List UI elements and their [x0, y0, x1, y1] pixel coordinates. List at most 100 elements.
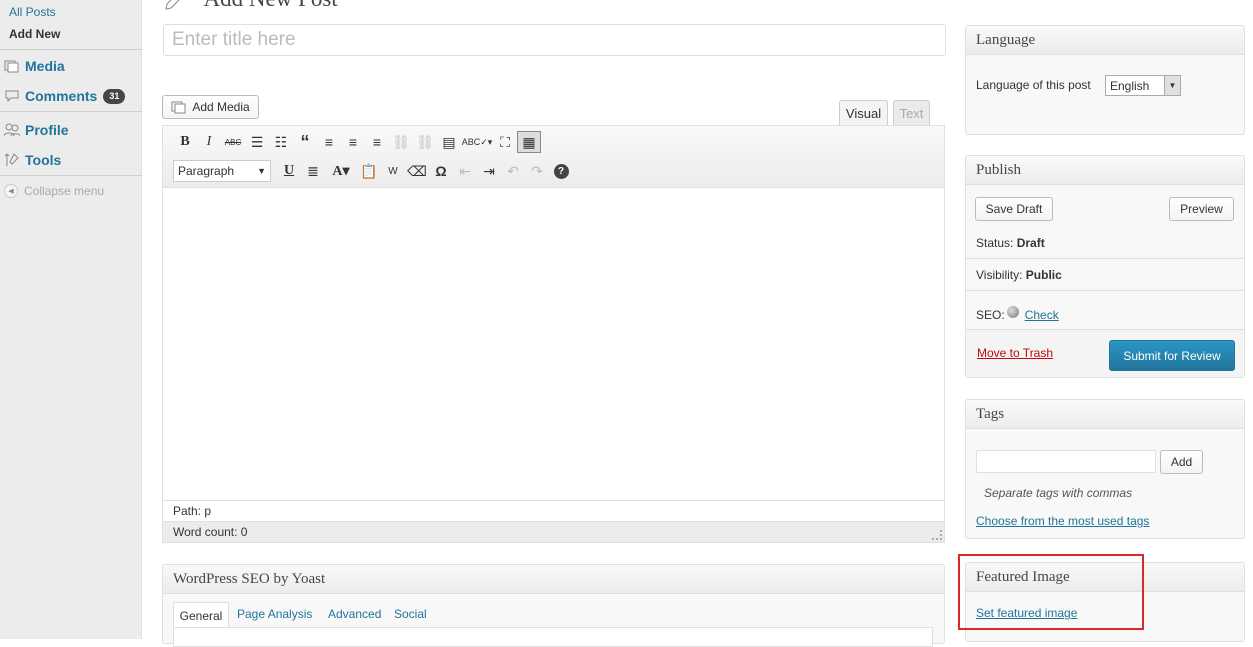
align-right-icon[interactable]: ≡ — [365, 131, 389, 153]
menu-profile[interactable]: Profile — [0, 115, 142, 145]
page-title: Add New Post — [163, 0, 338, 13]
comments-icon — [5, 90, 19, 103]
tags-box-title: Tags — [966, 400, 1244, 429]
outdent-icon[interactable]: ⇤ — [453, 160, 477, 182]
yoast-tab-advanced[interactable]: Advanced — [328, 607, 381, 621]
menu-profile-label: Profile — [25, 122, 69, 138]
users-icon — [4, 123, 20, 137]
preview-button[interactable]: Preview — [1169, 197, 1234, 221]
add-media-icon — [171, 101, 186, 114]
strikethrough-icon[interactable]: ABC — [221, 131, 245, 153]
numbered-list-icon[interactable]: ☷ — [269, 131, 293, 153]
format-select-value: Paragraph — [178, 164, 235, 178]
align-center-icon[interactable]: ≡ — [341, 131, 365, 153]
media-icon — [4, 60, 19, 73]
language-label: Language of this post — [976, 78, 1091, 92]
editor-toolbar: B I ABC ☰ ☷ “ ≡ ≡ ≡ ⛓ ⛓ ▤ ABC✓▾ ⛶ ▦ Para… — [163, 126, 944, 188]
tools-icon — [4, 153, 19, 166]
edit-post-icon — [165, 0, 180, 10]
kitchen-sink-icon[interactable]: ▦ — [517, 131, 541, 153]
page-title-text: Add New Post — [203, 0, 337, 11]
divider — [966, 290, 1244, 291]
align-left-icon[interactable]: ≡ — [317, 131, 341, 153]
collapse-arrow-icon: ◀ — [4, 184, 18, 198]
word-count: Word count: 0 — [163, 521, 944, 542]
choose-tags-link[interactable]: Choose from the most used tags — [976, 514, 1149, 528]
collapse-menu-button[interactable]: ◀ Collapse menu — [4, 184, 104, 198]
underline-icon[interactable]: U — [277, 160, 301, 182]
visibility-label: Visibility: — [976, 268, 1026, 282]
post-editor: B I ABC ☰ ☷ “ ≡ ≡ ≡ ⛓ ⛓ ▤ ABC✓▾ ⛶ ▦ Para… — [162, 125, 945, 543]
seo-score-dot-icon — [1006, 306, 1019, 318]
italic-icon[interactable]: I — [197, 131, 221, 153]
fullscreen-icon[interactable]: ⛶ — [493, 131, 517, 153]
toolbar-row-1: B I ABC ☰ ☷ “ ≡ ≡ ≡ ⛓ ⛓ ▤ ABC✓▾ ⛶ ▦ — [173, 131, 541, 153]
seo-label: SEO: — [976, 308, 1005, 322]
seo-check-link[interactable]: Check — [1025, 308, 1059, 322]
language-box: Language Language of this post English ▼ — [965, 25, 1245, 135]
add-new-link[interactable]: Add New — [9, 26, 141, 48]
divider — [966, 258, 1244, 259]
clear-formatting-icon[interactable]: ⌫ — [405, 160, 429, 182]
menu-media-label: Media — [25, 58, 65, 74]
add-media-button[interactable]: Add Media — [162, 95, 259, 119]
post-title-input[interactable]: Enter title here — [163, 24, 946, 56]
collapse-menu-label: Collapse menu — [24, 184, 105, 198]
tag-input[interactable] — [976, 450, 1156, 473]
status-label: Status: — [976, 236, 1017, 250]
paste-text-icon[interactable]: 📋 — [357, 160, 381, 182]
yoast-panel — [173, 627, 933, 647]
chevron-down-icon: ▼ — [257, 166, 266, 176]
toolbar-row-2: Paragraph ▼ U ≣ A▾ 📋 W ⌫ Ω ⇤ ⇥ ↶ ↷ ? — [173, 160, 573, 182]
menu-tools[interactable]: Tools — [0, 145, 142, 175]
admin-sidebar: All Posts Add New Media Comments 31 Prof… — [0, 0, 142, 639]
yoast-seo-title: WordPress SEO by Yoast — [163, 565, 944, 594]
unlink-icon[interactable]: ⛓ — [413, 131, 437, 153]
all-posts-link[interactable]: All Posts — [9, 4, 141, 26]
justify-icon[interactable]: ≣ — [301, 160, 325, 182]
yoast-seo-box: WordPress SEO by Yoast General Page Anal… — [162, 564, 945, 647]
yoast-tab-social[interactable]: Social — [394, 607, 427, 621]
menu-separator — [0, 49, 142, 50]
status-value: Draft — [1016, 236, 1045, 250]
bullet-list-icon[interactable]: ☰ — [245, 131, 269, 153]
highlight-box — [958, 554, 1144, 630]
comments-count-badge: 31 — [103, 88, 126, 104]
language-select[interactable]: English ▼ — [1105, 75, 1181, 96]
undo-icon[interactable]: ↶ — [501, 160, 525, 182]
publish-box-title: Publish — [966, 156, 1244, 185]
resize-handle[interactable] — [932, 530, 942, 540]
language-box-title: Language — [966, 26, 1244, 55]
menu-comments[interactable]: Comments 31 — [0, 81, 142, 111]
indent-icon[interactable]: ⇥ — [477, 160, 501, 182]
special-character-icon[interactable]: Ω — [429, 160, 453, 182]
tab-text[interactable]: Text — [893, 100, 930, 126]
format-select[interactable]: Paragraph ▼ — [173, 160, 271, 182]
text-color-icon[interactable]: A▾ — [325, 160, 357, 182]
tab-visual[interactable]: Visual — [839, 100, 888, 126]
yoast-tab-page-analysis[interactable]: Page Analysis — [237, 607, 312, 621]
move-to-trash-link[interactable]: Move to Trash — [977, 346, 1053, 360]
help-icon[interactable]: ? — [549, 160, 573, 182]
add-media-label: Add Media — [192, 100, 250, 114]
blockquote-icon[interactable]: “ — [293, 131, 317, 153]
status-row: Status: Draft — [976, 236, 1045, 250]
bold-icon[interactable]: B — [173, 131, 197, 153]
menu-separator — [0, 175, 142, 176]
insert-more-icon[interactable]: ▤ — [437, 131, 461, 153]
editor-path: Path: p — [163, 500, 944, 521]
paste-word-icon[interactable]: W — [381, 160, 405, 182]
add-tag-button[interactable]: Add — [1160, 450, 1203, 474]
submit-for-review-button[interactable]: Submit for Review — [1109, 340, 1235, 371]
link-icon[interactable]: ⛓ — [389, 131, 413, 153]
language-select-value: English — [1110, 78, 1150, 93]
spellcheck-icon[interactable]: ABC✓▾ — [461, 131, 493, 153]
tags-box: Tags Add Separate tags with commas Choos… — [965, 399, 1245, 539]
menu-media[interactable]: Media — [0, 51, 142, 81]
redo-icon[interactable]: ↷ — [525, 160, 549, 182]
menu-comments-label: Comments — [25, 88, 98, 104]
menu-separator — [0, 111, 142, 112]
save-draft-button[interactable]: Save Draft — [975, 197, 1053, 221]
posts-submenu: All Posts Add New — [0, 0, 141, 48]
yoast-tab-general[interactable]: General — [173, 602, 229, 628]
